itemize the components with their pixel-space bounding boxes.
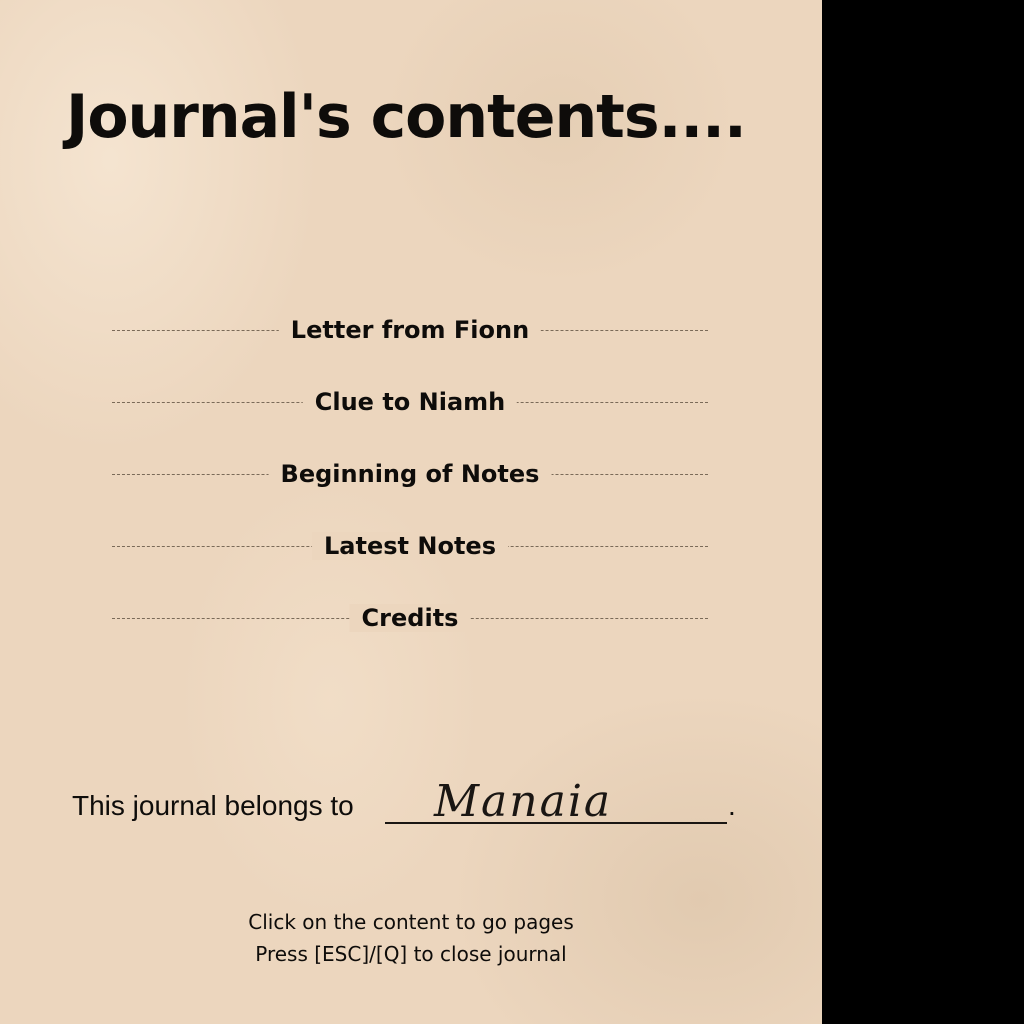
owner-suffix: . — [728, 790, 736, 821]
toc-item-latest-notes[interactable]: Latest Notes — [112, 526, 708, 566]
toc-item-label[interactable]: Beginning of Notes — [268, 460, 552, 488]
toc-item-clue-to-niamh[interactable]: Clue to Niamh — [112, 382, 708, 422]
toc-item-credits[interactable]: Credits — [112, 598, 708, 638]
toc-item-label[interactable]: Credits — [349, 604, 471, 632]
hint-close-journal: Press [ESC]/[Q] to close journal — [255, 942, 567, 966]
hint-click-content: Click on the content to go pages — [248, 910, 574, 934]
controls-hints: Click on the content to go pages Press [… — [0, 906, 822, 970]
toc-item-label[interactable]: Letter from Fionn — [278, 316, 542, 344]
toc-item-label[interactable]: Clue to Niamh — [302, 388, 518, 416]
toc-item-beginning-of-notes[interactable]: Beginning of Notes — [112, 454, 708, 494]
page-title: Journal's contents.... — [66, 82, 747, 152]
owner-prefix: This journal belongs to — [72, 790, 354, 821]
toc-item-letter-from-fionn[interactable]: Letter from Fionn — [112, 310, 708, 350]
toc-item-label[interactable]: Latest Notes — [312, 532, 508, 560]
owner-signature: Manaia — [434, 776, 613, 827]
journal-page: Journal's contents.... Letter from Fionn… — [0, 0, 822, 1024]
side-panel — [822, 0, 1024, 1024]
